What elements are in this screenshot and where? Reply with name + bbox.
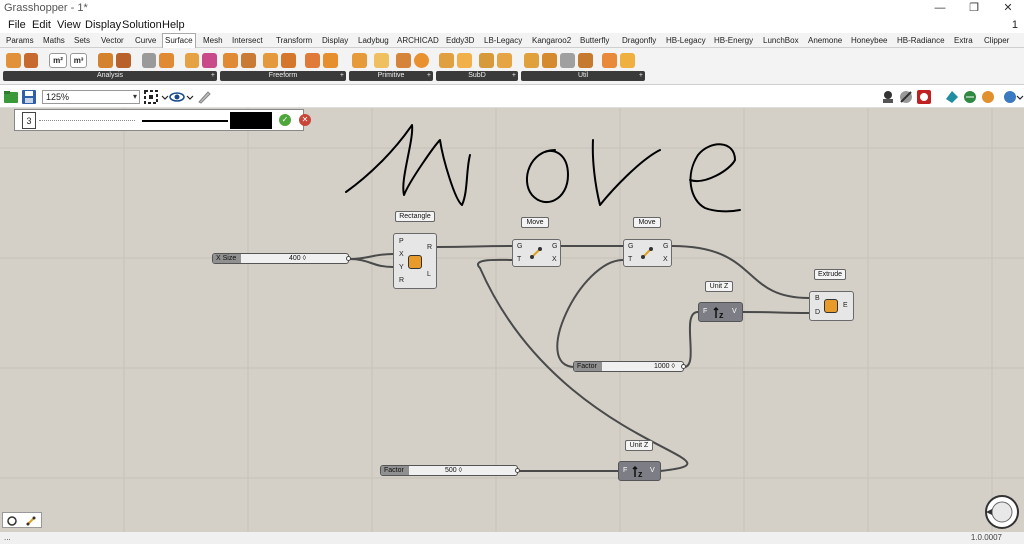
- move1-component[interactable]: G T G X: [512, 239, 561, 267]
- slider-label: Factor: [574, 362, 602, 371]
- version-label: 1.0.0007: [970, 533, 1002, 542]
- unitz2-component[interactable]: F V z: [618, 461, 661, 481]
- slider-label: Factor: [381, 466, 409, 475]
- output-x: X: [552, 256, 557, 263]
- output-r: R: [427, 244, 433, 251]
- output-v: V: [650, 467, 655, 474]
- move2-label: Move: [633, 217, 661, 228]
- status-bar: ... 1.0.0007: [0, 532, 1024, 544]
- output-grip[interactable]: [515, 468, 520, 473]
- input-x: X: [399, 251, 404, 258]
- output-grip[interactable]: [346, 256, 351, 261]
- input-d: D: [815, 309, 821, 316]
- svg-text:z: z: [719, 310, 724, 320]
- slider-label: X Size: [213, 254, 241, 263]
- extrude-label: Extrude: [814, 269, 846, 280]
- slider-value: 400 ◊: [289, 255, 307, 262]
- slider-value: 1000 ◊: [654, 363, 675, 370]
- unitz1-component[interactable]: F V z: [698, 302, 743, 322]
- input-f: F: [703, 308, 708, 315]
- input-t: T: [517, 256, 522, 263]
- output-x: X: [663, 256, 668, 263]
- unit-z-icon: z: [713, 306, 724, 320]
- lasso-icon[interactable]: [6, 515, 18, 527]
- output-v: V: [732, 308, 737, 315]
- output-g: G: [663, 243, 669, 250]
- rectangle-label: Rectangle: [395, 211, 435, 222]
- move-icon: [641, 247, 653, 259]
- rectangle-component[interactable]: P X Y R R L: [393, 233, 437, 289]
- input-y: Y: [399, 264, 404, 271]
- svg-text:z: z: [638, 469, 643, 479]
- rectangle-icon: [408, 255, 422, 269]
- input-b: B: [815, 295, 820, 302]
- move1-label: Move: [521, 217, 549, 228]
- unit-z-icon: z: [632, 465, 643, 479]
- move-tool-icon[interactable]: [25, 515, 37, 527]
- unitz2-label: Unit Z: [625, 440, 653, 451]
- input-r: R: [399, 277, 405, 284]
- status-text: ...: [4, 533, 11, 542]
- move-sketch: [345, 124, 741, 213]
- extrude-component[interactable]: B D E: [809, 291, 854, 321]
- output-grip[interactable]: [681, 364, 686, 369]
- input-f: F: [623, 467, 628, 474]
- slider-value: 500 ◊: [445, 467, 463, 474]
- output-g: G: [552, 243, 558, 250]
- input-t: T: [628, 256, 633, 263]
- output-l: L: [427, 271, 431, 278]
- factor-500-slider[interactable]: Factor 500 ◊: [380, 465, 520, 476]
- xsize-slider[interactable]: X Size 400 ◊: [212, 253, 351, 264]
- move2-component[interactable]: G T G X: [623, 239, 672, 267]
- canvas-mini-toolbar: [2, 512, 42, 528]
- move-icon: [530, 247, 542, 259]
- factor-1000-slider[interactable]: Factor 1000 ◊: [573, 361, 686, 372]
- extrude-icon: [824, 299, 838, 313]
- output-e: E: [843, 302, 848, 309]
- unitz1-label: Unit Z: [705, 281, 733, 292]
- input-g: G: [628, 243, 634, 250]
- input-g: G: [517, 243, 523, 250]
- navigation-compass-icon[interactable]: [984, 494, 1020, 530]
- input-p: P: [399, 238, 404, 245]
